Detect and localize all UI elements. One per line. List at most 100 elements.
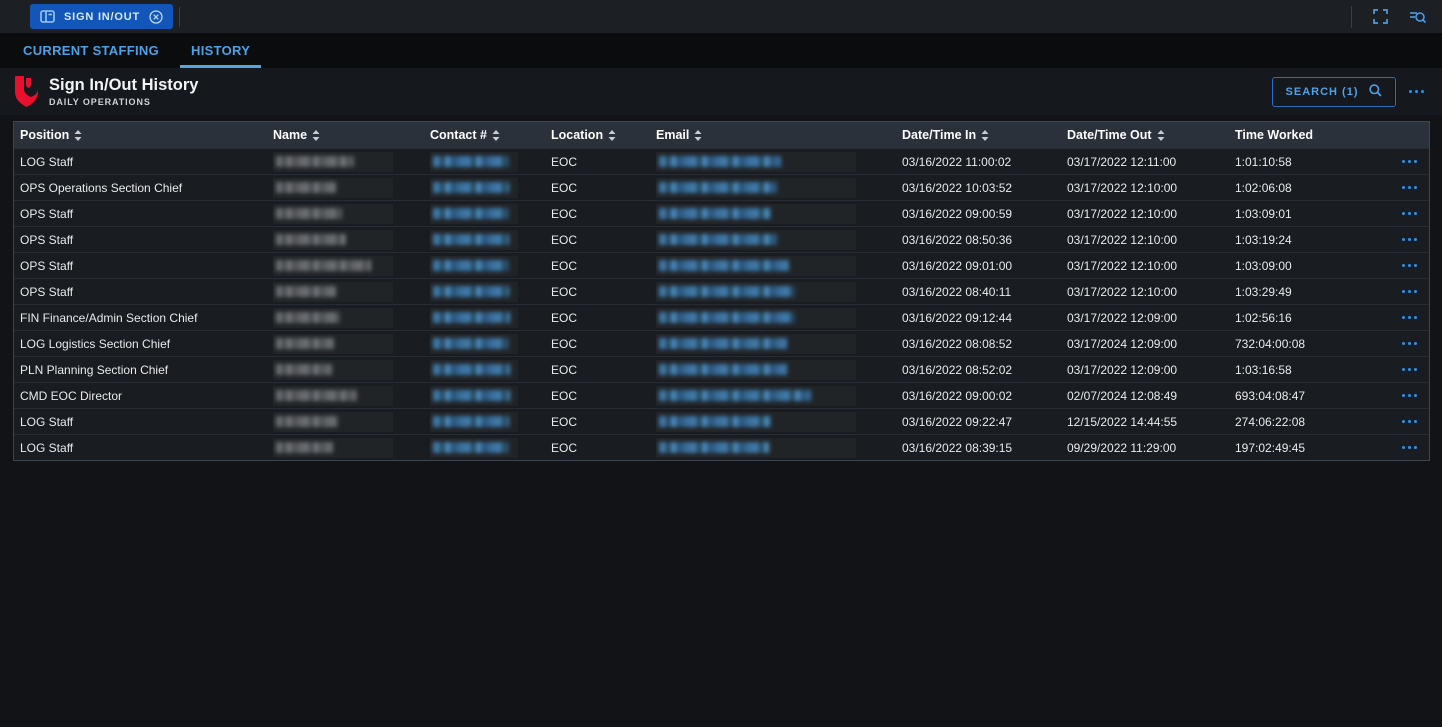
cell-datetime-in: 03/16/2022 08:50:36 bbox=[896, 233, 1061, 247]
cell-contact bbox=[424, 386, 545, 406]
cell-name bbox=[267, 282, 424, 302]
row-actions-ellipsis-icon[interactable] bbox=[1387, 264, 1429, 268]
redacted-email bbox=[659, 364, 787, 375]
cell-datetime-in: 03/16/2022 11:00:02 bbox=[896, 155, 1061, 169]
tab-divider bbox=[179, 7, 180, 27]
cell-time-worked: 693:04:08:47 bbox=[1229, 389, 1387, 403]
row-actions-ellipsis-icon[interactable] bbox=[1387, 238, 1429, 242]
cell-datetime-out: 03/17/2024 12:09:00 bbox=[1061, 337, 1229, 351]
search-button[interactable]: SEARCH (1) bbox=[1272, 77, 1396, 107]
tab-history[interactable]: HISTORY bbox=[180, 33, 261, 68]
column-header-contact[interactable]: Contact # bbox=[424, 128, 545, 142]
redacted-email bbox=[659, 416, 771, 427]
redacted-name bbox=[276, 208, 342, 219]
cell-name bbox=[267, 204, 424, 224]
column-header-datetime-in[interactable]: Date/Time In bbox=[896, 128, 1061, 142]
cell-time-worked: 1:02:06:08 bbox=[1229, 181, 1387, 195]
table-row: OPS Staff EOC 03/16/2022 09:00:59 03/17/… bbox=[14, 200, 1429, 226]
cell-datetime-in: 03/16/2022 08:08:52 bbox=[896, 337, 1061, 351]
redacted-name bbox=[276, 260, 371, 271]
table-row: FIN Finance/Admin Section Chief EOC 03/1… bbox=[14, 304, 1429, 330]
redacted-email bbox=[659, 312, 795, 323]
redacted-name bbox=[276, 156, 354, 167]
cell-location: EOC bbox=[545, 207, 650, 221]
cell-contact bbox=[424, 282, 545, 302]
cell-email bbox=[650, 360, 896, 380]
cell-datetime-out: 12/15/2022 14:44:55 bbox=[1061, 415, 1229, 429]
cell-time-worked: 1:01:10:58 bbox=[1229, 155, 1387, 169]
cell-time-worked: 1:02:56:16 bbox=[1229, 311, 1387, 325]
cell-contact bbox=[424, 412, 545, 432]
row-actions-ellipsis-icon[interactable] bbox=[1387, 160, 1429, 164]
cell-datetime-in: 03/16/2022 08:40:11 bbox=[896, 285, 1061, 299]
cell-time-worked: 1:03:19:24 bbox=[1229, 233, 1387, 247]
cell-name bbox=[267, 334, 424, 354]
cell-location: EOC bbox=[545, 155, 650, 169]
cell-location: EOC bbox=[545, 259, 650, 273]
cell-email bbox=[650, 308, 896, 328]
cell-contact bbox=[424, 204, 545, 224]
cell-location: EOC bbox=[545, 233, 650, 247]
cell-position: LOG Staff bbox=[14, 415, 267, 429]
redacted-name bbox=[276, 416, 338, 427]
cell-name bbox=[267, 438, 424, 458]
column-header-time-worked: Time Worked bbox=[1229, 128, 1387, 142]
cell-datetime-out: 03/17/2022 12:10:00 bbox=[1061, 285, 1229, 299]
header-more-menu-icon[interactable] bbox=[1409, 90, 1425, 94]
cell-position: LOG Staff bbox=[14, 155, 267, 169]
cell-datetime-in: 03/16/2022 09:00:59 bbox=[896, 207, 1061, 221]
cell-position: LOG Logistics Section Chief bbox=[14, 337, 267, 351]
cell-datetime-in: 03/16/2022 10:03:52 bbox=[896, 181, 1061, 195]
cell-contact bbox=[424, 230, 545, 250]
cell-location: EOC bbox=[545, 311, 650, 325]
cell-location: EOC bbox=[545, 389, 650, 403]
tab-history-label: HISTORY bbox=[191, 43, 250, 58]
row-actions-ellipsis-icon[interactable] bbox=[1387, 394, 1429, 398]
column-header-email[interactable]: Email bbox=[650, 128, 896, 142]
redacted-email bbox=[659, 182, 777, 193]
redacted-contact-number bbox=[433, 442, 508, 453]
row-actions-ellipsis-icon[interactable] bbox=[1387, 212, 1429, 216]
row-actions-ellipsis-icon[interactable] bbox=[1387, 342, 1429, 346]
app-logo-shield-icon bbox=[14, 75, 39, 108]
row-actions-ellipsis-icon[interactable] bbox=[1387, 290, 1429, 294]
cell-email bbox=[650, 204, 896, 224]
cell-contact bbox=[424, 308, 545, 328]
row-actions-ellipsis-icon[interactable] bbox=[1387, 316, 1429, 320]
cell-datetime-out: 03/17/2022 12:10:00 bbox=[1061, 207, 1229, 221]
cell-datetime-in: 03/16/2022 09:01:00 bbox=[896, 259, 1061, 273]
table-row: LOG Staff EOC 03/16/2022 11:00:02 03/17/… bbox=[14, 148, 1429, 174]
redacted-contact-number bbox=[433, 286, 509, 297]
sort-icon bbox=[981, 130, 989, 141]
row-actions-ellipsis-icon[interactable] bbox=[1387, 368, 1429, 372]
table-row: LOG Staff EOC 03/16/2022 09:22:47 12/15/… bbox=[14, 408, 1429, 434]
close-icon[interactable] bbox=[149, 10, 163, 24]
row-actions-ellipsis-icon[interactable] bbox=[1387, 186, 1429, 190]
redacted-contact-number bbox=[433, 156, 508, 167]
cell-contact bbox=[424, 438, 545, 458]
cell-datetime-in: 03/16/2022 08:52:02 bbox=[896, 363, 1061, 377]
column-header-name[interactable]: Name bbox=[267, 128, 424, 142]
row-actions-ellipsis-icon[interactable] bbox=[1387, 420, 1429, 424]
fullscreen-icon[interactable] bbox=[1373, 9, 1388, 24]
column-header-position[interactable]: Position bbox=[14, 128, 267, 142]
row-actions-ellipsis-icon[interactable] bbox=[1387, 446, 1429, 450]
app-tab-sign-in-out[interactable]: SIGN IN/OUT bbox=[30, 4, 173, 29]
table-row: OPS Operations Section Chief EOC 03/16/2… bbox=[14, 174, 1429, 200]
redacted-email bbox=[659, 390, 811, 401]
table-row: LOG Logistics Section Chief EOC 03/16/20… bbox=[14, 330, 1429, 356]
sort-icon bbox=[312, 130, 320, 141]
topbar: SIGN IN/OUT bbox=[0, 0, 1442, 33]
redacted-name bbox=[276, 442, 333, 453]
cell-email bbox=[650, 178, 896, 198]
redacted-contact-number bbox=[433, 390, 510, 401]
cell-email bbox=[650, 282, 896, 302]
column-header-datetime-out[interactable]: Date/Time Out bbox=[1061, 128, 1229, 142]
search-button-label: SEARCH (1) bbox=[1286, 86, 1359, 98]
redacted-name bbox=[276, 182, 336, 193]
history-table: Position Name Contact # Location Email D… bbox=[13, 121, 1430, 461]
column-header-location[interactable]: Location bbox=[545, 128, 650, 142]
cell-datetime-out: 02/07/2024 12:08:49 bbox=[1061, 389, 1229, 403]
tab-current-staffing[interactable]: CURRENT STAFFING bbox=[12, 33, 170, 68]
search-list-icon[interactable] bbox=[1409, 9, 1426, 24]
